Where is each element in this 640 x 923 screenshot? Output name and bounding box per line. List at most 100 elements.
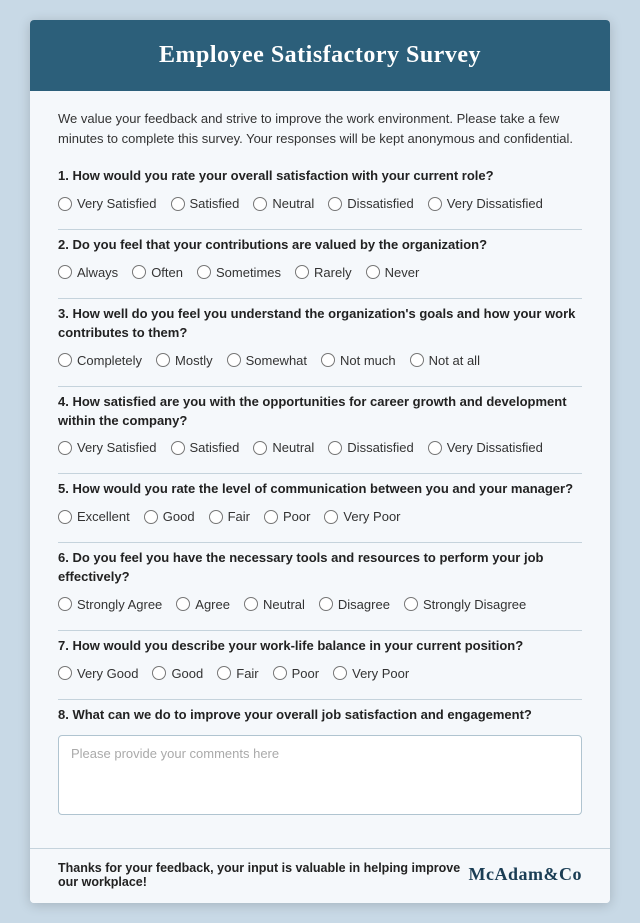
option-item-q7-4[interactable]: Very Poor bbox=[333, 666, 409, 681]
radio-q4-0[interactable] bbox=[58, 441, 72, 455]
option-label-q5-1: Good bbox=[163, 509, 195, 524]
radio-q1-0[interactable] bbox=[58, 197, 72, 211]
option-item-q4-2[interactable]: Neutral bbox=[253, 440, 314, 455]
option-item-q1-4[interactable]: Very Dissatisfied bbox=[428, 196, 543, 211]
option-item-q2-4[interactable]: Never bbox=[366, 265, 420, 280]
option-item-q1-0[interactable]: Very Satisfied bbox=[58, 196, 157, 211]
option-item-q4-3[interactable]: Dissatisfied bbox=[328, 440, 413, 455]
option-item-q6-1[interactable]: Agree bbox=[176, 597, 230, 612]
option-item-q7-2[interactable]: Fair bbox=[217, 666, 258, 681]
radio-q2-1[interactable] bbox=[132, 265, 146, 279]
survey-title: Employee Satisfactory Survey bbox=[60, 42, 580, 69]
option-label-q2-0: Always bbox=[77, 265, 118, 280]
brand-logo: McAdam&Co bbox=[469, 864, 582, 885]
radio-q3-0[interactable] bbox=[58, 353, 72, 367]
option-label-q2-1: Often bbox=[151, 265, 183, 280]
radio-q3-3[interactable] bbox=[321, 353, 335, 367]
option-label-q5-0: Excellent bbox=[77, 509, 130, 524]
option-item-q6-3[interactable]: Disagree bbox=[319, 597, 390, 612]
radio-q5-4[interactable] bbox=[324, 510, 338, 524]
option-item-q3-2[interactable]: Somewhat bbox=[227, 353, 307, 368]
option-item-q2-1[interactable]: Often bbox=[132, 265, 183, 280]
option-label-q5-3: Poor bbox=[283, 509, 310, 524]
radio-q2-2[interactable] bbox=[197, 265, 211, 279]
radio-q3-2[interactable] bbox=[227, 353, 241, 367]
option-label-q4-0: Very Satisfied bbox=[77, 440, 157, 455]
option-item-q3-3[interactable]: Not much bbox=[321, 353, 396, 368]
question-block-q2: 2. Do you feel that your contributions a… bbox=[58, 236, 582, 299]
option-label-q3-0: Completely bbox=[77, 353, 142, 368]
radio-q2-3[interactable] bbox=[295, 265, 309, 279]
option-item-q2-2[interactable]: Sometimes bbox=[197, 265, 281, 280]
option-item-q6-2[interactable]: Neutral bbox=[244, 597, 305, 612]
question-text-q2: 2. Do you feel that your contributions a… bbox=[58, 236, 582, 255]
radio-q1-2[interactable] bbox=[253, 197, 267, 211]
radio-q7-4[interactable] bbox=[333, 666, 347, 680]
option-item-q7-3[interactable]: Poor bbox=[273, 666, 319, 681]
option-item-q5-0[interactable]: Excellent bbox=[58, 509, 130, 524]
option-item-q3-0[interactable]: Completely bbox=[58, 353, 142, 368]
radio-q4-4[interactable] bbox=[428, 441, 442, 455]
radio-q6-1[interactable] bbox=[176, 597, 190, 611]
option-item-q5-4[interactable]: Very Poor bbox=[324, 509, 400, 524]
option-item-q4-1[interactable]: Satisfied bbox=[171, 440, 240, 455]
radio-q7-3[interactable] bbox=[273, 666, 287, 680]
option-item-q6-4[interactable]: Strongly Disagree bbox=[404, 597, 526, 612]
option-item-q7-1[interactable]: Good bbox=[152, 666, 203, 681]
option-item-q1-1[interactable]: Satisfied bbox=[171, 196, 240, 211]
option-item-q5-2[interactable]: Fair bbox=[209, 509, 250, 524]
option-item-q7-0[interactable]: Very Good bbox=[58, 666, 138, 681]
radio-q4-3[interactable] bbox=[328, 441, 342, 455]
option-item-q2-3[interactable]: Rarely bbox=[295, 265, 352, 280]
option-label-q7-2: Fair bbox=[236, 666, 258, 681]
radio-q1-1[interactable] bbox=[171, 197, 185, 211]
option-label-q7-1: Good bbox=[171, 666, 203, 681]
option-label-q6-3: Disagree bbox=[338, 597, 390, 612]
radio-q6-2[interactable] bbox=[244, 597, 258, 611]
radio-q1-3[interactable] bbox=[328, 197, 342, 211]
radio-q7-1[interactable] bbox=[152, 666, 166, 680]
option-item-q3-4[interactable]: Not at all bbox=[410, 353, 480, 368]
option-item-q6-0[interactable]: Strongly Agree bbox=[58, 597, 162, 612]
option-label-q6-0: Strongly Agree bbox=[77, 597, 162, 612]
question-text-q7: 7. How would you describe your work-life… bbox=[58, 637, 582, 656]
radio-q5-3[interactable] bbox=[264, 510, 278, 524]
option-item-q3-1[interactable]: Mostly bbox=[156, 353, 213, 368]
option-item-q4-0[interactable]: Very Satisfied bbox=[58, 440, 157, 455]
option-item-q5-1[interactable]: Good bbox=[144, 509, 195, 524]
option-item-q2-0[interactable]: Always bbox=[58, 265, 118, 280]
radio-q5-0[interactable] bbox=[58, 510, 72, 524]
radio-q6-4[interactable] bbox=[404, 597, 418, 611]
question-text-q3: 3. How well do you feel you understand t… bbox=[58, 305, 582, 343]
radio-q2-0[interactable] bbox=[58, 265, 72, 279]
option-label-q4-1: Satisfied bbox=[190, 440, 240, 455]
radio-q4-1[interactable] bbox=[171, 441, 185, 455]
option-label-q7-3: Poor bbox=[292, 666, 319, 681]
radio-q7-2[interactable] bbox=[217, 666, 231, 680]
option-item-q1-3[interactable]: Dissatisfied bbox=[328, 196, 413, 211]
options-row-q1: Very Satisfied Satisfied Neutral Dissatisfi… bbox=[58, 196, 582, 211]
radio-q6-0[interactable] bbox=[58, 597, 72, 611]
option-item-q4-4[interactable]: Very Dissatisfied bbox=[428, 440, 543, 455]
options-row-q4: Very Satisfied Satisfied Neutral Dissatisfi… bbox=[58, 440, 582, 455]
option-label-q7-0: Very Good bbox=[77, 666, 138, 681]
radio-q1-4[interactable] bbox=[428, 197, 442, 211]
radio-q7-0[interactable] bbox=[58, 666, 72, 680]
option-label-q2-2: Sometimes bbox=[216, 265, 281, 280]
intro-text: We value your feedback and strive to imp… bbox=[58, 109, 582, 149]
option-item-q5-3[interactable]: Poor bbox=[264, 509, 310, 524]
option-label-q4-3: Dissatisfied bbox=[347, 440, 413, 455]
radio-q3-4[interactable] bbox=[410, 353, 424, 367]
question-block-q7: 7. How would you describe your work-life… bbox=[58, 637, 582, 700]
radio-q4-2[interactable] bbox=[253, 441, 267, 455]
radio-q6-3[interactable] bbox=[319, 597, 333, 611]
radio-q3-1[interactable] bbox=[156, 353, 170, 367]
radio-q5-1[interactable] bbox=[144, 510, 158, 524]
radio-q5-2[interactable] bbox=[209, 510, 223, 524]
radio-q2-4[interactable] bbox=[366, 265, 380, 279]
option-item-q1-2[interactable]: Neutral bbox=[253, 196, 314, 211]
comments-textarea-q8[interactable] bbox=[58, 735, 582, 815]
option-label-q1-2: Neutral bbox=[272, 196, 314, 211]
options-row-q2: Always Often Sometimes Rarely Never bbox=[58, 265, 582, 280]
option-label-q3-3: Not much bbox=[340, 353, 396, 368]
